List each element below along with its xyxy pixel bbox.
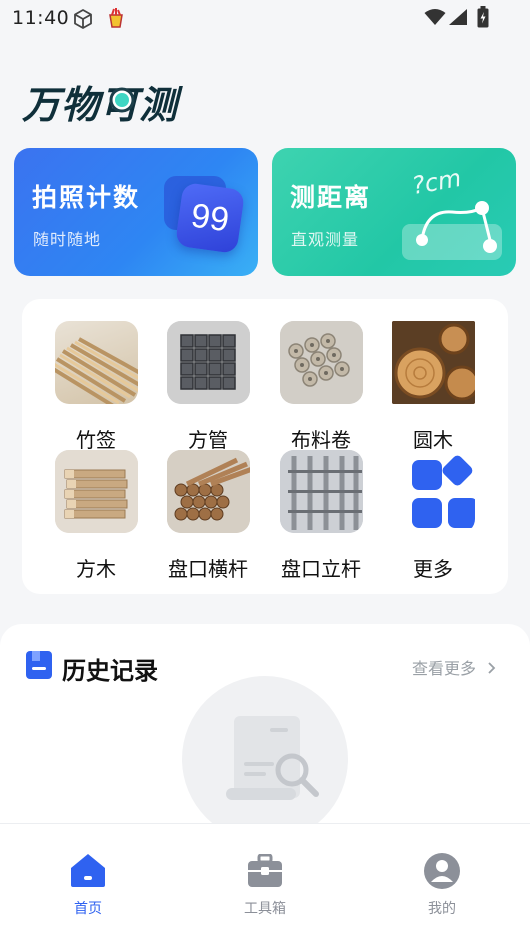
count-badge-icon: 99 <box>174 181 246 255</box>
cube-icon <box>72 8 94 34</box>
category-square-timber[interactable]: 方木 <box>40 450 152 581</box>
history-section: 历史记录 查看更多 <box>0 624 530 842</box>
category-fabric-roll[interactable]: 布料卷 <box>265 321 377 452</box>
notification-app-icon <box>106 7 126 33</box>
history-title: 历史记录 <box>62 657 158 685</box>
history-more-link[interactable]: 查看更多 <box>412 655 496 679</box>
photo-count-card[interactable]: 拍照计数 随时随地 99 <box>14 148 258 276</box>
photo-count-title: 拍照计数 <box>32 183 141 212</box>
category-label: 盘口立杆 <box>281 557 361 581</box>
category-round-log[interactable]: 圆木 <box>377 321 489 452</box>
standard-pole-thumbnail <box>280 450 363 533</box>
status-bar: 11:40 <box>0 0 530 36</box>
square-timber-thumbnail <box>55 450 138 533</box>
tab-toolbox[interactable]: 工具箱 <box>205 824 325 924</box>
category-standard-pole[interactable]: 盘口立杆 <box>265 450 377 581</box>
category-label: 方木 <box>76 557 116 581</box>
square-tube-thumbnail <box>167 321 250 404</box>
round-log-thumbnail <box>392 321 475 404</box>
more-grid-icon <box>392 450 475 533</box>
category-label: 更多 <box>413 557 453 581</box>
category-panel: 竹签 方管 布料卷 圆木 方木 盘口横杆 盘口立杆 更多 <box>22 299 508 594</box>
category-label: 盘口横杆 <box>168 557 248 581</box>
measure-distance-card[interactable]: 测距离 直观测量 ?cm <box>272 148 516 276</box>
magnifier-logo-icon <box>108 86 138 120</box>
status-time: 11:40 <box>12 7 70 29</box>
category-square-tube[interactable]: 方管 <box>152 321 264 452</box>
empty-document-search-icon <box>222 714 322 818</box>
bottom-tab-bar: 首页 工具箱 我的 <box>0 823 530 942</box>
fabric-roll-thumbnail <box>280 321 363 404</box>
wifi-icon <box>424 8 446 30</box>
tab-profile[interactable]: 我的 <box>382 824 502 924</box>
measure-tag: ?cm <box>409 163 464 201</box>
measure-distance-title: 测距离 <box>290 183 372 212</box>
toolbox-icon <box>247 853 283 892</box>
photo-count-subtitle: 随时随地 <box>33 230 102 249</box>
bamboo-skewer-thumbnail <box>55 321 138 404</box>
category-label: 圆木 <box>413 428 453 452</box>
category-label: 布料卷 <box>291 428 351 452</box>
app-logo-text: 万物可测 <box>22 82 179 127</box>
tab-home-label: 首页 <box>74 901 102 917</box>
history-book-icon <box>25 650 53 684</box>
category-more[interactable]: 更多 <box>377 450 489 581</box>
home-icon <box>69 852 107 892</box>
measure-distance-subtitle: 直观测量 <box>291 230 360 249</box>
tab-home[interactable]: 首页 <box>28 824 148 924</box>
chevron-right-icon <box>487 660 496 679</box>
cellular-signal-icon <box>448 8 468 30</box>
history-more-label: 查看更多 <box>412 659 477 678</box>
category-label: 竹签 <box>76 428 116 452</box>
category-bamboo-skewer[interactable]: 竹签 <box>40 321 152 452</box>
tab-toolbox-label: 工具箱 <box>244 901 286 917</box>
tab-profile-label: 我的 <box>428 901 456 917</box>
user-icon <box>423 852 461 894</box>
empty-state-illustration <box>182 676 348 842</box>
measure-curve-icon <box>412 200 502 264</box>
category-label: 方管 <box>188 428 228 452</box>
count-badge-number: 99 <box>188 196 232 239</box>
app-logo: 万物可测 <box>22 76 179 127</box>
ledger-bar-thumbnail <box>167 450 250 533</box>
category-ledger-bar[interactable]: 盘口横杆 <box>152 450 264 581</box>
battery-charging-icon <box>477 6 489 32</box>
